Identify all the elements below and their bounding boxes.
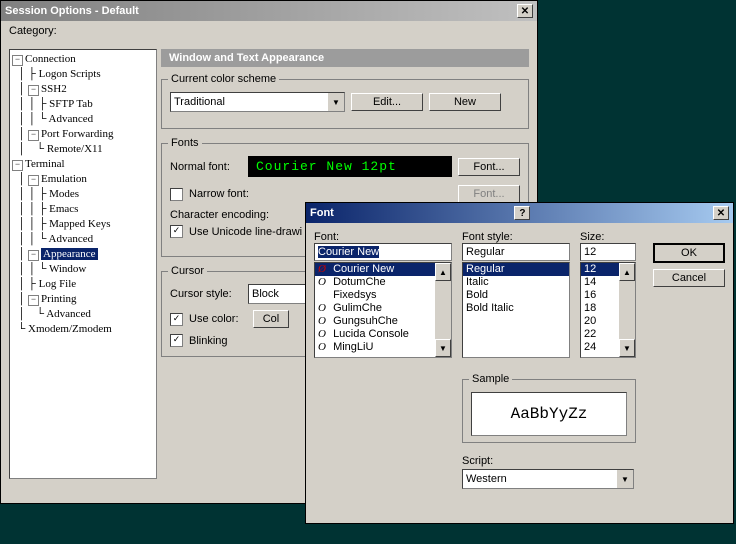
tree-item[interactable]: │ │ └ Advanced (12, 112, 154, 127)
tree-item[interactable]: │ ├ Log File (12, 277, 154, 292)
list-item[interactable]: Ø Courier New (315, 263, 451, 276)
cursor-group: Cursor (168, 265, 207, 277)
color-scheme-dropdown[interactable]: Traditional▼ (170, 92, 345, 112)
list-item[interactable]: O DotumChe (315, 276, 451, 289)
unicode-checkbox[interactable]: ✓ (170, 225, 183, 238)
use-color-checkbox[interactable]: ✓ (170, 313, 183, 326)
close-icon[interactable]: ✕ (713, 206, 729, 220)
new-scheme-button[interactable]: New (429, 93, 501, 111)
narrow-font-checkbox[interactable] (170, 188, 183, 201)
size-label: Size: (580, 231, 636, 243)
scroll-down-icon[interactable]: ▼ (619, 339, 635, 357)
sample-text: AaBbYyZz (471, 392, 627, 436)
font-input[interactable]: Courier New (314, 243, 452, 261)
tree-item[interactable]: −Connection (12, 52, 154, 67)
scroll-up-icon[interactable]: ▲ (435, 263, 451, 281)
close-icon[interactable]: ✕ (517, 4, 533, 18)
help-icon[interactable]: ? (514, 206, 530, 220)
fonts-group: Fonts (168, 137, 202, 149)
sample-group: Sample (469, 373, 512, 385)
tree-item[interactable]: │ −SSH2 (12, 82, 154, 97)
use-color-label: Use color: (189, 313, 247, 325)
script-label: Script: (462, 455, 634, 467)
appearance-header: Window and Text Appearance (161, 49, 529, 67)
style-listbox[interactable]: Regular Italic Bold Bold Italic (462, 262, 570, 358)
font-listbox[interactable]: Ø Courier New O DotumChe Fixedsys O Guli… (314, 262, 452, 358)
narrow-font-label: Narrow font: (189, 188, 251, 200)
list-item[interactable]: O GungsuhChe (315, 315, 451, 328)
category-tree[interactable]: −Connection │ ├ Logon Scripts │ −SSH2 │ … (9, 49, 157, 479)
chevron-down-icon: ▼ (616, 470, 633, 488)
size-listbox[interactable]: 12 14 16 18 20 22 24 ▲▼ (580, 262, 636, 358)
tree-item[interactable]: │ ├ Logon Scripts (12, 67, 154, 82)
ok-button[interactable]: OK (653, 243, 725, 263)
tree-item[interactable]: │ −Port Forwarding (12, 127, 154, 142)
font-label: Font: (314, 231, 452, 243)
list-item[interactable]: O GulimChe (315, 302, 451, 315)
list-item[interactable]: Fixedsys (315, 289, 451, 302)
tree-item[interactable]: │ └ Advanced (12, 307, 154, 322)
list-item[interactable]: Bold (463, 289, 569, 302)
list-item[interactable]: Regular (463, 263, 569, 276)
tree-item[interactable]: │ −Printing (12, 292, 154, 307)
narrow-font-button: Font... (458, 185, 520, 203)
tree-item[interactable]: └ Xmodem/Zmodem (12, 322, 154, 337)
edit-scheme-button[interactable]: Edit... (351, 93, 423, 111)
category-label: Category: (9, 25, 529, 37)
scroll-up-icon[interactable]: ▲ (619, 263, 635, 281)
tree-item[interactable]: │ −Emulation (12, 172, 154, 187)
tree-item-appearance[interactable]: │ −Appearance (12, 247, 154, 262)
font-preview: Courier New 12pt (248, 156, 452, 177)
blinking-checkbox[interactable]: ✓ (170, 334, 183, 347)
tree-item[interactable]: │ │ ├ Mapped Keys (12, 217, 154, 232)
size-input[interactable]: 12 (580, 243, 636, 261)
normal-font-label: Normal font: (170, 161, 242, 173)
font-dialog-title: Font (310, 207, 334, 219)
tree-item[interactable]: │ │ └ Advanced (12, 232, 154, 247)
font-titlebar: Font ? ✕ (306, 203, 733, 223)
session-title: Session Options - Default (5, 5, 139, 17)
tree-item[interactable]: │ └ Remote/X11 (12, 142, 154, 157)
scrollbar[interactable]: ▲▼ (435, 263, 451, 357)
blinking-label: Blinking (189, 335, 228, 347)
color-button[interactable]: Col (253, 310, 289, 328)
encoding-label: Character encoding: (170, 209, 269, 221)
script-dropdown[interactable]: Western▼ (462, 469, 634, 489)
session-titlebar: Session Options - Default ✕ (1, 1, 537, 21)
cursor-style-label: Cursor style: (170, 288, 242, 300)
style-input[interactable]: Regular (462, 243, 570, 261)
list-item[interactable]: O MingLiU (315, 341, 451, 354)
list-item[interactable]: Italic (463, 276, 569, 289)
tree-item[interactable]: │ │ ├ SFTP Tab (12, 97, 154, 112)
list-item[interactable]: O Lucida Console (315, 328, 451, 341)
cursor-style-dropdown[interactable]: Block (248, 284, 311, 304)
tree-item[interactable]: │ │ ├ Emacs (12, 202, 154, 217)
tree-item[interactable]: │ │ └ Window (12, 262, 154, 277)
font-button[interactable]: Font... (458, 158, 520, 176)
list-item[interactable]: Bold Italic (463, 302, 569, 315)
style-label: Font style: (462, 231, 570, 243)
cancel-button[interactable]: Cancel (653, 269, 725, 287)
scrollbar[interactable]: ▲▼ (619, 263, 635, 357)
tree-item[interactable]: │ │ ├ Modes (12, 187, 154, 202)
color-scheme-group: Current color scheme (168, 73, 279, 85)
scroll-down-icon[interactable]: ▼ (435, 339, 451, 357)
unicode-label: Use Unicode line-drawi (189, 226, 302, 238)
tree-item[interactable]: −Terminal (12, 157, 154, 172)
chevron-down-icon: ▼ (327, 93, 344, 111)
